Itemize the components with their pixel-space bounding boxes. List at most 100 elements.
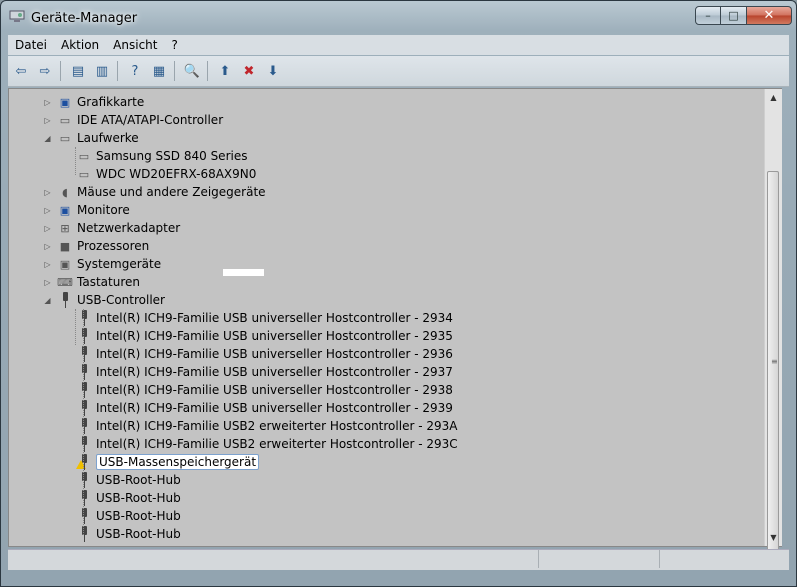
- tree-device[interactable]: USB-Root-Hub: [76, 507, 181, 525]
- tree-category[interactable]: ▷ ▣ Monitore: [44, 201, 129, 219]
- tree-category[interactable]: ▷ ▣ Systemgeräte: [44, 255, 162, 273]
- tree-device[interactable]: USB-Root-Hub: [76, 525, 181, 543]
- uninstall-icon: ✖: [243, 63, 255, 79]
- tree-item-label: IDE ATA/ATAPI-Controller: [77, 113, 224, 127]
- show-hide-console-tree-icon: ▤: [71, 63, 85, 79]
- menu-datei[interactable]: Datei: [8, 38, 54, 52]
- tree-item-label: WDC WD20EFRX-68AX9N0: [96, 167, 257, 181]
- usb-icon: [80, 364, 88, 380]
- disk-icon: ▭: [78, 149, 90, 163]
- usb-icon: [80, 472, 88, 488]
- tree-device[interactable]: Intel(R) ICH9-Familie USB universeller H…: [76, 345, 453, 363]
- tree-item-label: Tastaturen: [77, 275, 140, 289]
- tree-device[interactable]: ▭ Samsung SSD 840 Series: [76, 147, 248, 165]
- tree-category[interactable]: ◢ USB-Controller: [44, 291, 165, 309]
- tree-item-label: USB-Root-Hub: [96, 527, 181, 541]
- usb-icon: [80, 418, 88, 434]
- show-hide-console-tree-button[interactable]: ▤: [67, 60, 89, 82]
- tree-connector-line: [75, 147, 76, 175]
- disk-icon: ▭: [78, 167, 90, 181]
- status-cell-2: [539, 550, 660, 568]
- update-driver-icon: ⬆: [219, 63, 231, 79]
- tree-item-label: Intel(R) ICH9-Familie USB universeller H…: [96, 347, 453, 361]
- back-button[interactable]: ⇦: [10, 60, 32, 82]
- tree-item-label: Laufwerke: [77, 131, 139, 145]
- expand-arrow-icon[interactable]: ▷: [43, 188, 52, 197]
- ide-controller-icon: ▭: [59, 113, 71, 127]
- redaction-bar: [223, 269, 264, 276]
- forward-button[interactable]: ⇨: [34, 60, 56, 82]
- expand-arrow-icon[interactable]: ▷: [43, 116, 52, 125]
- tree-item-label: USB-Controller: [77, 293, 165, 307]
- back-icon: ⇦: [15, 63, 27, 79]
- window-title: Geräte-Manager: [31, 11, 138, 26]
- tree-item-label: USB-Root-Hub: [96, 491, 181, 505]
- tree-device[interactable]: Intel(R) ICH9-Familie USB universeller H…: [76, 363, 453, 381]
- tree-category[interactable]: ▷ ⌨ Tastaturen: [44, 273, 140, 291]
- tree-item-label: Intel(R) ICH9-Familie USB universeller H…: [96, 401, 453, 415]
- scroll-up-arrow-icon[interactable]: ▲: [765, 89, 782, 106]
- tree-category[interactable]: ▷ ■ Prozessoren: [44, 237, 150, 255]
- tree-device[interactable]: USB-Root-Hub: [76, 489, 181, 507]
- disable-button[interactable]: ⬇: [262, 60, 284, 82]
- menu-bar: Datei Aktion Ansicht ?: [8, 35, 789, 55]
- tree-item-label: Intel(R) ICH9-Familie USB2 erweiterter H…: [96, 419, 458, 433]
- title-bar[interactable]: Geräte-Manager – □ ✕: [1, 1, 796, 33]
- expand-arrow-icon[interactable]: ▷: [43, 224, 52, 233]
- tree-device[interactable]: Intel(R) ICH9-Familie USB universeller H…: [76, 309, 453, 327]
- scan-hardware-button[interactable]: 🔍: [181, 60, 203, 82]
- menu-ansicht[interactable]: Ansicht: [106, 38, 164, 52]
- tree-item-label: Netzwerkadapter: [77, 221, 181, 235]
- tree-device[interactable]: Intel(R) ICH9-Familie USB universeller H…: [76, 399, 453, 417]
- menu-aktion[interactable]: Aktion: [54, 38, 106, 52]
- tree-category[interactable]: ▷ ◖ Mäuse und andere Zeigegeräte: [44, 183, 266, 201]
- toolbar-separator: [174, 61, 175, 81]
- expand-arrow-icon[interactable]: ▷: [43, 206, 52, 215]
- usb-icon: [61, 292, 69, 308]
- usb-icon: [80, 400, 88, 416]
- disable-icon: ⬇: [267, 63, 279, 79]
- action-pane-button[interactable]: ▦: [148, 60, 170, 82]
- tree-category[interactable]: ▷ ⊞ Netzwerkadapter: [44, 219, 181, 237]
- caption-buttons: – □ ✕: [695, 6, 792, 26]
- tree-device[interactable]: Intel(R) ICH9-Familie USB2 erweiterter H…: [76, 417, 457, 435]
- scroll-thumb[interactable]: ≡: [767, 171, 779, 551]
- tree-item-label: Prozessoren: [77, 239, 150, 253]
- expand-arrow-icon[interactable]: ▷: [43, 242, 52, 251]
- tree-category[interactable]: ◢ ▭ Laufwerke: [44, 129, 139, 147]
- status-cell-main: [8, 550, 539, 568]
- usb-icon: [80, 310, 88, 326]
- tree-device[interactable]: Intel(R) ICH9-Familie USB universeller H…: [76, 381, 453, 399]
- tree-item-label: Systemgeräte: [77, 257, 162, 271]
- tree-device[interactable]: USB-Massenspeichergerät: [76, 453, 260, 471]
- tree-device[interactable]: Intel(R) ICH9-Familie USB universeller H…: [76, 327, 453, 345]
- status-cell-3: [660, 550, 789, 568]
- monitor-icon: ▣: [59, 203, 71, 217]
- expand-arrow-icon[interactable]: ▷: [43, 278, 52, 287]
- uninstall-button[interactable]: ✖: [238, 60, 260, 82]
- tree-item-label: Mäuse und andere Zeigegeräte: [77, 185, 266, 199]
- help-button[interactable]: ?: [124, 60, 146, 82]
- minimize-button[interactable]: –: [695, 6, 721, 25]
- scroll-down-arrow-icon[interactable]: ▼: [765, 529, 782, 546]
- collapse-arrow-icon[interactable]: ◢: [43, 296, 52, 305]
- usb-icon: [80, 436, 88, 452]
- tree-device[interactable]: Intel(R) ICH9-Familie USB2 erweiterter H…: [76, 435, 458, 453]
- menu-help[interactable]: ?: [164, 38, 184, 52]
- vertical-scrollbar[interactable]: ▲ ≡ ▼: [764, 89, 782, 551]
- tree-device[interactable]: ▭ WDC WD20EFRX-68AX9N0: [76, 165, 257, 183]
- tree-category[interactable]: ▷ ▭ IDE ATA/ATAPI-Controller: [44, 111, 224, 129]
- close-button[interactable]: ✕: [747, 6, 792, 25]
- usb-icon: [80, 508, 88, 524]
- tree-item-label: Intel(R) ICH9-Familie USB2 erweiterter H…: [96, 437, 458, 451]
- tree-item-label: Intel(R) ICH9-Familie USB universeller H…: [96, 383, 453, 397]
- tree-device[interactable]: USB-Root-Hub: [76, 471, 181, 489]
- expand-arrow-icon[interactable]: ▷: [43, 98, 52, 107]
- update-driver-button[interactable]: ⬆: [214, 60, 236, 82]
- tree-item-label: Samsung SSD 840 Series: [96, 149, 248, 163]
- tree-category[interactable]: ▷ ▣ Grafikkarte: [44, 93, 144, 111]
- expand-arrow-icon[interactable]: ▷: [43, 260, 52, 269]
- maximize-button[interactable]: □: [721, 6, 747, 25]
- properties-button[interactable]: ▥: [91, 60, 113, 82]
- collapse-arrow-icon[interactable]: ◢: [43, 134, 52, 143]
